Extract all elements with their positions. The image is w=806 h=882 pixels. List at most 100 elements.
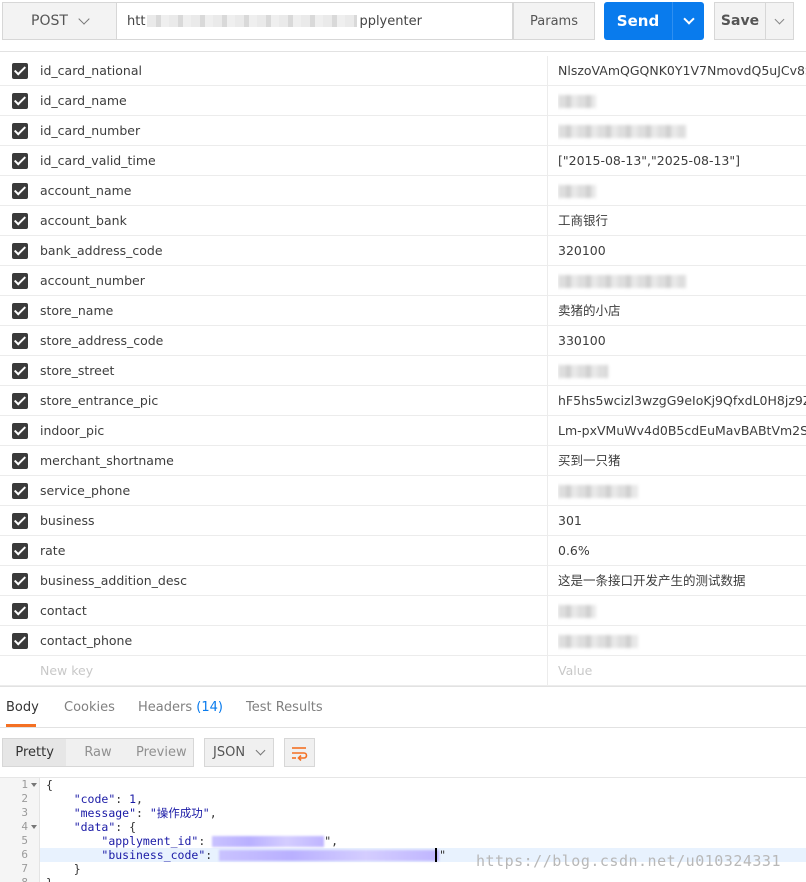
param-value[interactable]: 这是一条接口开发产生的测试数据: [558, 566, 806, 596]
param-value-redacted[interactable]: [558, 356, 806, 386]
view-preview-button[interactable]: Preview: [130, 739, 193, 766]
redacted-mask: [558, 605, 596, 618]
fold-arrow-icon[interactable]: [31, 783, 37, 787]
param-value-redacted[interactable]: [558, 626, 806, 656]
checkbox-checked-icon[interactable]: [12, 573, 28, 589]
param-value[interactable]: NlszoVAmQGQNK0Y1V7NmovdQ5uJCv8SplZI: [558, 56, 806, 86]
checkbox-checked-icon[interactable]: [12, 453, 28, 469]
checkbox-checked-icon[interactable]: [12, 333, 28, 349]
tab-headers[interactable]: Headers (14): [138, 687, 223, 727]
save-dropdown[interactable]: [766, 14, 793, 24]
redacted-mask: [219, 850, 440, 861]
checkbox-checked-icon[interactable]: [12, 93, 28, 109]
checkbox-checked-icon[interactable]: [12, 363, 28, 379]
checkbox-checked-icon[interactable]: [12, 213, 28, 229]
url-text-start: htt: [127, 13, 146, 29]
param-value[interactable]: 0.6%: [558, 536, 806, 566]
url-input[interactable]: htt pplyenter: [117, 2, 513, 40]
fold-arrow-icon[interactable]: [31, 825, 37, 829]
param-key[interactable]: merchant_shortname: [40, 446, 548, 476]
save-label: Save: [720, 13, 760, 29]
param-key[interactable]: contact_phone: [40, 626, 548, 656]
param-key[interactable]: account_bank: [40, 206, 548, 236]
param-value-redacted[interactable]: [558, 86, 806, 116]
checkbox-checked-icon[interactable]: [12, 303, 28, 319]
checkbox-checked-icon[interactable]: [12, 153, 28, 169]
send-label: Send: [616, 12, 660, 30]
code-line: }: [73, 862, 81, 876]
param-value[interactable]: Lm-pxVMuWv4d0B5cdEuMavBABtVm2SsJBN: [558, 416, 806, 446]
checkbox-checked-icon[interactable]: [12, 423, 28, 439]
param-key[interactable]: indoor_pic: [40, 416, 548, 446]
tab-test-results[interactable]: Test Results: [246, 687, 323, 727]
chevron-down-icon: [255, 745, 266, 756]
param-key[interactable]: rate: [40, 536, 548, 566]
view-pretty-button[interactable]: Pretty: [3, 739, 67, 766]
method-select[interactable]: POST: [2, 2, 117, 40]
view-raw-button[interactable]: Raw: [66, 739, 129, 766]
redacted-mask: [558, 185, 596, 198]
code-line: "data": {: [73, 820, 137, 834]
line-number: 6: [21, 848, 28, 861]
watermark: https://blog.csdn.net/u010324331: [476, 852, 781, 870]
checkbox-checked-icon[interactable]: [12, 543, 28, 559]
param-key[interactable]: business_addition_desc: [40, 566, 548, 596]
response-body-code[interactable]: 1 2 3 4 5 6 7 8 { "code": 1, "message": …: [0, 777, 806, 882]
new-value-input[interactable]: Value: [558, 656, 806, 686]
param-value-redacted[interactable]: [558, 476, 806, 506]
param-key[interactable]: contact: [40, 596, 548, 626]
checkbox-checked-icon[interactable]: [12, 183, 28, 199]
param-value[interactable]: 工商银行: [558, 206, 806, 236]
param-value[interactable]: 买到一只猪: [558, 446, 806, 476]
param-row: account_number: [0, 266, 806, 296]
send-button[interactable]: Send: [604, 2, 704, 40]
param-row: contact: [0, 596, 806, 626]
code-line: "message": "操作成功",: [73, 806, 217, 820]
param-key[interactable]: business: [40, 506, 548, 536]
checkbox-checked-icon[interactable]: [12, 243, 28, 259]
param-key[interactable]: bank_address_code: [40, 236, 548, 266]
checkbox-checked-icon[interactable]: [12, 123, 28, 139]
param-value[interactable]: 卖猪的小店: [558, 296, 806, 326]
checkbox-checked-icon[interactable]: [12, 63, 28, 79]
params-button[interactable]: Params: [513, 2, 595, 40]
param-value[interactable]: 330100: [558, 326, 806, 356]
checkbox-checked-icon[interactable]: [12, 603, 28, 619]
param-value[interactable]: hF5hs5wcizl3wzgG9eIoKj9QfxdL0H8jz9ZFppf: [558, 386, 806, 416]
checkbox-checked-icon[interactable]: [12, 513, 28, 529]
line-number: 7: [21, 862, 28, 875]
new-key-input[interactable]: New key: [40, 656, 548, 686]
param-key[interactable]: id_card_national: [40, 56, 548, 86]
param-key[interactable]: account_number: [40, 266, 548, 296]
checkbox-checked-icon[interactable]: [12, 483, 28, 499]
param-value-redacted[interactable]: [558, 266, 806, 296]
param-key[interactable]: id_card_name: [40, 86, 548, 116]
redacted-mask: [558, 275, 686, 288]
param-key[interactable]: account_name: [40, 176, 548, 206]
param-key[interactable]: store_street: [40, 356, 548, 386]
param-value-redacted[interactable]: [558, 176, 806, 206]
param-value[interactable]: 301: [558, 506, 806, 536]
redacted-mask: [558, 635, 638, 648]
param-value[interactable]: ["2015-08-13","2025-08-13"]: [558, 146, 806, 176]
param-key[interactable]: service_phone: [40, 476, 548, 506]
param-row: account_name: [0, 176, 806, 206]
param-value-redacted[interactable]: [558, 596, 806, 626]
param-key[interactable]: store_address_code: [40, 326, 548, 356]
wrap-lines-button[interactable]: [284, 738, 315, 767]
tab-cookies[interactable]: Cookies: [64, 687, 115, 727]
param-key[interactable]: id_card_number: [40, 116, 548, 146]
checkbox-checked-icon[interactable]: [12, 633, 28, 649]
param-value[interactable]: 320100: [558, 236, 806, 266]
send-dropdown[interactable]: [673, 12, 704, 25]
param-value-redacted[interactable]: [558, 116, 806, 146]
param-key[interactable]: id_card_valid_time: [40, 146, 548, 176]
checkbox-checked-icon[interactable]: [12, 393, 28, 409]
param-key[interactable]: store_name: [40, 296, 548, 326]
tab-body[interactable]: Body: [6, 687, 39, 727]
method-label: POST: [31, 13, 68, 29]
checkbox-checked-icon[interactable]: [12, 273, 28, 289]
save-button[interactable]: Save: [714, 2, 794, 40]
param-key[interactable]: store_entrance_pic: [40, 386, 548, 416]
format-select[interactable]: JSON: [204, 738, 274, 767]
